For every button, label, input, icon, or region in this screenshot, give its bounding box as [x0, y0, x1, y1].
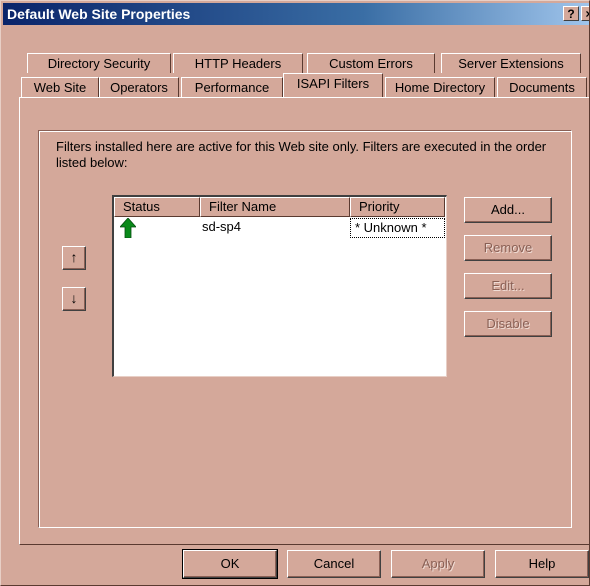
remove-button[interactable]: Remove	[464, 235, 552, 261]
close-title-button[interactable]: ×	[581, 6, 589, 21]
help-button[interactable]: Help	[495, 550, 589, 578]
isapi-filters-panel: Filters installed here are active for th…	[19, 97, 589, 545]
column-status[interactable]: Status	[114, 197, 200, 217]
tab-http-headers[interactable]: HTTP Headers	[173, 53, 303, 73]
tab-custom-errors[interactable]: Custom Errors	[307, 53, 435, 73]
column-priority[interactable]: Priority	[350, 197, 445, 217]
table-row[interactable]: sd-sp4 * Unknown *	[114, 217, 445, 239]
tab-directory-security[interactable]: Directory Security	[27, 53, 171, 73]
tab-isapi-filters[interactable]: ISAPI Filters	[283, 73, 383, 97]
column-filter-name[interactable]: Filter Name	[200, 197, 350, 217]
tab-operators[interactable]: Operators	[99, 77, 179, 97]
add-button[interactable]: Add...	[464, 197, 552, 223]
arrow-down-icon: ↓	[70, 290, 78, 306]
window-title: Default Web Site Properties	[7, 6, 191, 22]
tab-web-site[interactable]: Web Site	[21, 77, 99, 97]
filters-description: Filters installed here are active for th…	[56, 139, 547, 170]
tab-server-extensions[interactable]: Server Extensions	[441, 53, 581, 73]
green-up-arrow-icon	[119, 217, 137, 243]
tab-home-directory[interactable]: Home Directory	[385, 77, 495, 97]
filter-name-cell: sd-sp4	[202, 219, 242, 234]
edit-button[interactable]: Edit...	[464, 273, 552, 299]
filter-priority-cell: * Unknown *	[350, 218, 445, 238]
move-up-button[interactable]: ↑	[62, 246, 86, 270]
ok-button[interactable]: OK	[182, 549, 278, 579]
help-title-button[interactable]: ?	[563, 6, 579, 21]
filters-groupbox: Filters installed here are active for th…	[38, 130, 572, 528]
tab-documents[interactable]: Documents	[497, 77, 587, 97]
apply-button[interactable]: Apply	[391, 550, 485, 578]
title-bar[interactable]: Default Web Site Properties ? ×	[3, 3, 589, 25]
tab-performance[interactable]: Performance	[181, 77, 283, 97]
move-down-button[interactable]: ↓	[62, 287, 86, 311]
cancel-button[interactable]: Cancel	[287, 550, 381, 578]
arrow-up-icon: ↑	[70, 249, 78, 265]
filters-list[interactable]: Status Filter Name Priority sd-sp4 * Unk…	[112, 195, 447, 377]
disable-button[interactable]: Disable	[464, 311, 552, 337]
properties-dialog: Default Web Site Properties ? × Director…	[0, 0, 590, 586]
